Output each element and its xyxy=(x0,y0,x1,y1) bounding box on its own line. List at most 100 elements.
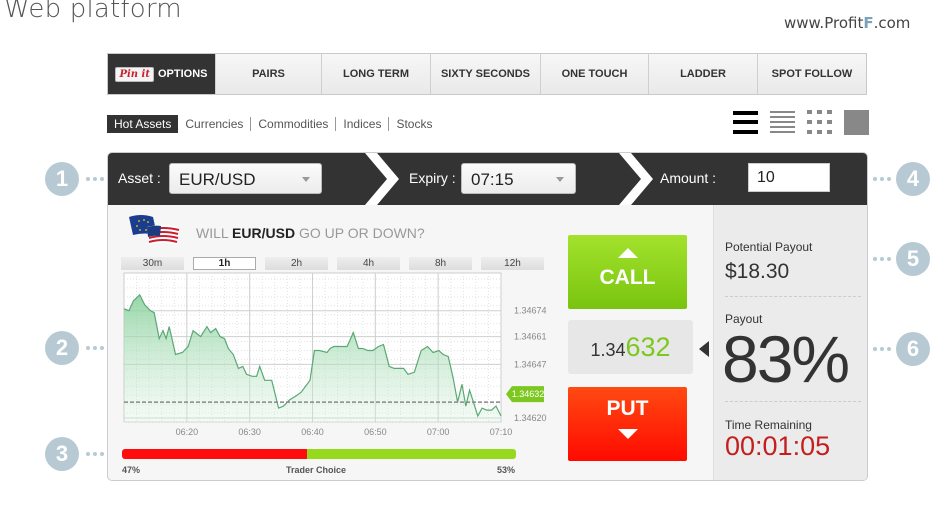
pointer-left-icon xyxy=(699,341,709,357)
expiry-select-value: 07:15 xyxy=(471,170,514,189)
tab-ladder[interactable]: LADDER xyxy=(649,54,758,94)
price-suffix: 632 xyxy=(625,332,671,362)
single-tile-icon[interactable] xyxy=(844,110,869,135)
grid-icon[interactable] xyxy=(807,110,832,135)
y-tick-label: 1.34647 xyxy=(514,359,547,369)
tab-options[interactable]: Pin it OPTIONS xyxy=(108,54,216,94)
tab-label: PAIRS xyxy=(252,68,285,80)
category-indices[interactable]: Indices xyxy=(335,117,388,131)
question-prefix: WILL xyxy=(196,225,233,241)
tab-sixty-seconds[interactable]: SIXTY SECONDS xyxy=(431,54,541,94)
tab-long-term[interactable]: LONG TERM xyxy=(322,54,431,94)
time-remaining-label: Time Remaining xyxy=(725,418,812,432)
x-tick-label: 06:20 xyxy=(176,427,199,437)
potential-payout-label: Potential Payout xyxy=(725,240,813,254)
view-mode-switcher xyxy=(733,110,869,135)
call-button[interactable]: CALL xyxy=(568,235,687,309)
site-url-suffix: .com xyxy=(873,14,911,32)
list-large-icon[interactable] xyxy=(733,110,758,135)
divider xyxy=(725,401,861,402)
tab-pairs[interactable]: PAIRS xyxy=(216,54,322,94)
tab-spot-follow[interactable]: SPOT FOLLOW xyxy=(758,54,866,94)
divider xyxy=(725,296,861,297)
current-price-tag: 1.34632 xyxy=(506,386,545,403)
put-button[interactable]: PUT xyxy=(568,387,687,461)
marker-6: 6 xyxy=(896,332,930,366)
current-price-display: 1.34632 xyxy=(568,320,693,374)
x-tick-label: 06:50 xyxy=(364,427,387,437)
site-url-prefix: www.Profit xyxy=(784,14,864,32)
category-hot-assets[interactable]: Hot Assets xyxy=(107,115,179,133)
price-prefix: 1.34 xyxy=(590,340,626,360)
amount-input[interactable] xyxy=(748,163,830,192)
marker-dots xyxy=(86,177,104,181)
question-asset: EUR/USD xyxy=(232,225,296,241)
marker-2: 2 xyxy=(45,331,79,365)
payout-percent: 83% xyxy=(722,322,850,396)
price-chart[interactable]: 1.34674 1.34661 1.34647 1.34620 06:20 06:30 0… xyxy=(108,265,568,445)
marker-5: 5 xyxy=(896,242,930,276)
tab-label: SIXTY SECONDS xyxy=(440,68,531,80)
pinit-button[interactable]: Pin it xyxy=(115,66,154,82)
put-label: PUT xyxy=(606,397,649,420)
arrow-down-icon xyxy=(617,429,638,439)
tab-label: ONE TOUCH xyxy=(561,68,628,80)
chevron-right-separator-icon xyxy=(365,153,399,205)
product-tabs: Pin it OPTIONS PAIRS LONG TERM SIXTY SEC… xyxy=(107,53,867,95)
category-commodities[interactable]: Commodities xyxy=(250,117,335,131)
x-tick-label: 07:10 xyxy=(490,427,513,437)
chevron-right-separator-icon xyxy=(619,153,653,205)
y-tick-label: 1.34620 xyxy=(514,413,547,423)
x-tick-label: 06:30 xyxy=(238,427,261,437)
marker-dots xyxy=(873,347,891,351)
category-stocks[interactable]: Stocks xyxy=(388,117,439,131)
list-compact-icon[interactable] xyxy=(770,110,795,135)
trade-settings-bar: Asset : EUR/USD Expiry : 07:15 Amount : xyxy=(108,153,867,205)
time-remaining-value: 00:01:05 xyxy=(725,431,831,461)
amount-label: Amount : xyxy=(660,170,717,186)
x-tick-label: 06:40 xyxy=(301,427,324,437)
category-currencies[interactable]: Currencies xyxy=(178,117,250,131)
marker-1: 1 xyxy=(45,162,79,196)
trader-choice-put-fill xyxy=(122,449,308,459)
trading-panel: Asset : EUR/USD Expiry : 07:15 Amount : … xyxy=(107,152,868,481)
marker-dots xyxy=(873,177,891,181)
tab-label: LONG TERM xyxy=(343,68,409,80)
trader-choice-put-percent: 47% xyxy=(122,465,141,475)
marker-dots xyxy=(873,257,891,261)
prediction-question: WILL EUR/USD GO UP OR DOWN? xyxy=(196,225,425,241)
current-price-tag-text: 1.34632 xyxy=(512,389,545,399)
trader-choice-call-fill xyxy=(307,449,516,459)
x-tick-label: 07:00 xyxy=(427,427,450,437)
asset-label: Asset : xyxy=(118,170,161,186)
trader-choice-label: Trader Choice xyxy=(286,465,347,475)
expiry-label: Expiry : xyxy=(409,170,456,186)
asset-category-nav: Hot Assets Currencies Commodities Indice… xyxy=(107,115,439,133)
asset-select-value: EUR/USD xyxy=(179,170,256,189)
arrow-up-icon xyxy=(617,248,638,258)
marker-4: 4 xyxy=(896,162,930,196)
call-label: CALL xyxy=(599,266,656,289)
marker-3: 3 xyxy=(45,437,79,471)
tab-label: LADDER xyxy=(680,68,726,80)
y-tick-label: 1.34661 xyxy=(514,332,547,342)
trader-choice-bar xyxy=(122,449,516,459)
expiry-select[interactable]: 07:15 xyxy=(461,163,576,194)
tab-one-touch[interactable]: ONE TOUCH xyxy=(541,54,649,94)
tab-label: SPOT FOLLOW xyxy=(771,68,853,80)
trader-choice-call-percent: 53% xyxy=(497,465,516,475)
site-url: www.ProfitF.com xyxy=(784,14,910,32)
asset-select[interactable]: EUR/USD xyxy=(169,163,322,194)
marker-dots xyxy=(86,452,104,456)
marker-dots xyxy=(86,346,104,350)
chevron-down-icon xyxy=(556,177,564,182)
potential-payout-value: $18.30 xyxy=(725,260,790,283)
payout-panel: Potential Payout $18.30 Payout 83% Time … xyxy=(713,205,867,480)
chevron-down-icon xyxy=(302,177,310,182)
page-title: Web platform xyxy=(4,0,182,24)
site-logo-letter: F xyxy=(863,14,874,32)
y-tick-label: 1.34674 xyxy=(514,306,547,316)
eur-usd-flag-icon xyxy=(129,215,180,245)
question-suffix: GO UP OR DOWN? xyxy=(295,225,425,241)
tab-label: OPTIONS xyxy=(157,68,208,80)
